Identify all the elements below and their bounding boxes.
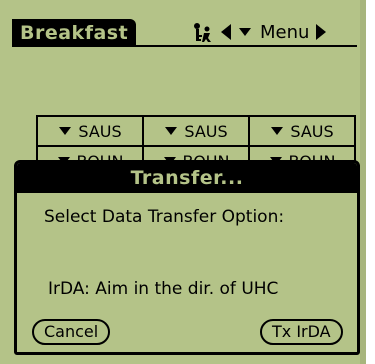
app-title[interactable]: Breakfast [12, 19, 137, 47]
down-triangle-icon [59, 127, 72, 135]
down-triangle-icon[interactable] [238, 27, 252, 37]
dialog-title: Transfer... [17, 163, 357, 193]
cell-label: SAUS [290, 121, 334, 141]
grid-cell-dropdown[interactable]: SAUS [250, 117, 354, 145]
transfer-dialog: Transfer... Select Data Transfer Option:… [14, 160, 360, 355]
key-person-icon[interactable] [192, 21, 214, 43]
cell-label: SAUS [184, 121, 228, 141]
down-triangle-icon [271, 127, 284, 135]
grid-cell-dropdown[interactable]: SAUS [38, 117, 144, 145]
cell-label: SAUS [78, 121, 122, 141]
right-triangle-icon[interactable] [315, 23, 327, 41]
menu-label[interactable]: Menu [260, 22, 309, 43]
dialog-prompt: Select Data Transfer Option: [44, 207, 285, 227]
palm-screen: Breakfast Menu SAUS SAUS SAUS Transfer..… [0, 0, 366, 364]
top-right-controls: Menu [192, 18, 327, 46]
grid-row: SAUS SAUS SAUS [38, 117, 354, 147]
dialog-info: IrDA: Aim in the dir. of UHC [48, 279, 279, 299]
grid-cell-dropdown[interactable]: SAUS [144, 117, 250, 145]
tx-irda-button[interactable]: Tx IrDA [260, 319, 343, 345]
cancel-button[interactable]: Cancel [32, 319, 111, 345]
left-triangle-icon[interactable] [220, 23, 232, 41]
down-triangle-icon [165, 127, 178, 135]
screen-right-edge [360, 0, 366, 364]
